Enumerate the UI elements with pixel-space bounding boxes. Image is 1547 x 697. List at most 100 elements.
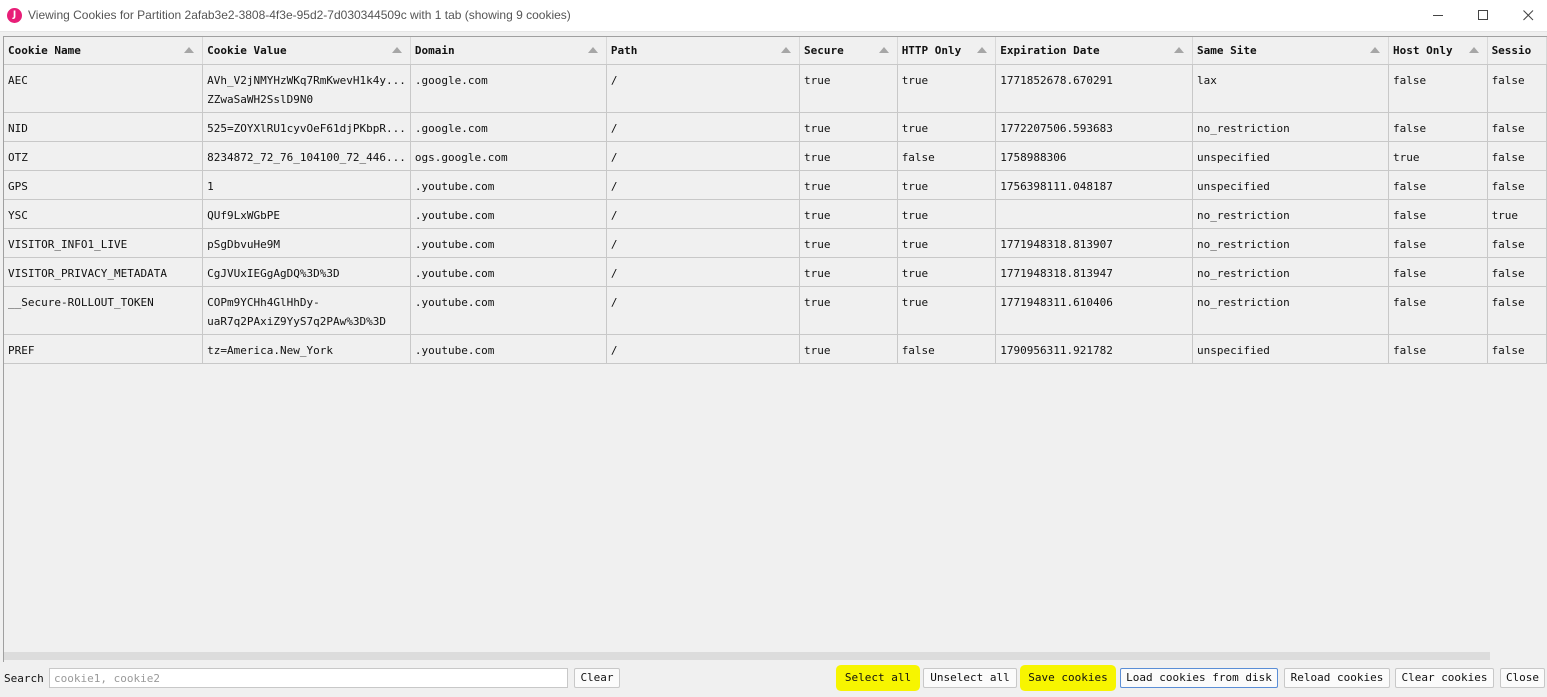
table-row[interactable]: PREF tz=America.New_York .youtube.com / … xyxy=(4,334,1547,364)
column-header-secure[interactable]: Secure xyxy=(799,37,898,65)
cell-path: / xyxy=(606,112,800,142)
table-row[interactable]: VISITOR_INFO1_LIVE pSgDbvuHe9M .youtube.… xyxy=(4,228,1547,258)
cell-session: true xyxy=(1487,199,1547,229)
cell-session: false xyxy=(1487,112,1547,142)
cell-cookie-value: pSgDbvuHe9M xyxy=(202,228,411,258)
cell-cookie-value: COPm9YCHh4GlHhDy-uaR7q2PAxiZ9YyS7q2PAw%3… xyxy=(202,286,411,335)
clear-search-button[interactable]: Clear xyxy=(574,668,620,688)
cell-host-only: false xyxy=(1388,257,1488,287)
cell-session: false xyxy=(1487,170,1547,200)
cell-expiration-date xyxy=(995,199,1194,229)
column-header-same-site[interactable]: Same Site xyxy=(1192,37,1390,65)
column-header-domain[interactable]: Domain xyxy=(410,37,607,65)
cell-same-site: no_restriction xyxy=(1192,112,1390,142)
cell-session: false xyxy=(1487,141,1547,171)
sort-arrow-icon xyxy=(977,47,988,53)
title-bar: J Viewing Cookies for Partition 2afab3e2… xyxy=(0,0,1547,32)
cell-cookie-value: CgJVUxIEGgAgDQ%3D%3D xyxy=(202,257,411,287)
column-header-label: Secure xyxy=(803,44,844,57)
cell-cookie-name: YSC xyxy=(4,199,204,229)
minimize-button[interactable] xyxy=(1415,0,1461,31)
cell-path: / xyxy=(606,199,800,229)
column-header-session[interactable]: Sessio xyxy=(1487,37,1547,65)
column-header-expiration-date[interactable]: Expiration Date xyxy=(995,37,1194,65)
cell-http-only: false xyxy=(897,141,997,171)
save-cookies-button[interactable]: Save cookies xyxy=(1023,668,1113,688)
cell-host-only: false xyxy=(1388,112,1488,142)
cell-host-only: false xyxy=(1388,228,1488,258)
cell-expiration-date: 1771948318.813947 xyxy=(995,257,1194,287)
cookie-viewer-window: J Viewing Cookies for Partition 2afab3e2… xyxy=(0,0,1547,697)
cell-session: false xyxy=(1487,257,1547,287)
table-header-row: Cookie Name Cookie Value Domain Path Sec… xyxy=(4,37,1547,65)
minimize-icon xyxy=(1432,15,1443,16)
cell-cookie-value: QUf9LxWGbPE xyxy=(202,199,411,229)
app-logo-icon: J xyxy=(7,8,22,23)
column-header-host-only[interactable]: Host Only xyxy=(1388,37,1488,65)
column-header-label: Sessio xyxy=(1491,44,1532,57)
cell-cookie-name: PREF xyxy=(4,334,204,364)
cell-same-site: no_restriction xyxy=(1192,199,1390,229)
cell-cookie-name: OTZ xyxy=(4,141,204,171)
cell-secure: true xyxy=(799,334,898,364)
table-row[interactable]: VISITOR_PRIVACY_METADATA CgJVUxIEGgAgDQ%… xyxy=(4,257,1547,287)
cell-secure: true xyxy=(799,286,898,335)
cell-cookie-value: 525=ZOYXlRU1cyvOeF61djPKbpR... xyxy=(202,112,411,142)
cell-cookie-name: GPS xyxy=(4,170,204,200)
cookie-table-container[interactable]: Cookie Name Cookie Value Domain Path Sec… xyxy=(3,36,1547,662)
column-header-cookie-name[interactable]: Cookie Name xyxy=(4,37,204,65)
cell-http-only: true xyxy=(897,228,997,258)
cell-same-site: no_restriction xyxy=(1192,228,1390,258)
cell-domain: .google.com xyxy=(410,112,607,142)
cell-cookie-value: 8234872_72_76_104100_72_446... xyxy=(202,141,411,171)
table-row[interactable]: __Secure-ROLLOUT_TOKEN COPm9YCHh4GlHhDy-… xyxy=(4,286,1547,335)
table-row[interactable]: OTZ 8234872_72_76_104100_72_446... ogs.g… xyxy=(4,141,1547,171)
clear-cookies-button[interactable]: Clear cookies xyxy=(1395,668,1494,688)
sort-arrow-icon xyxy=(780,47,791,53)
cell-expiration-date: 1771948318.813907 xyxy=(995,228,1194,258)
reload-cookies-button[interactable]: Reload cookies xyxy=(1284,668,1390,688)
column-header-label: Path xyxy=(610,44,638,57)
cell-secure: true xyxy=(799,141,898,171)
sort-arrow-icon xyxy=(587,47,598,53)
cell-secure: true xyxy=(799,257,898,287)
column-header-cookie-value[interactable]: Cookie Value xyxy=(202,37,411,65)
column-header-label: Cookie Name xyxy=(8,44,81,57)
maximize-button[interactable] xyxy=(1460,0,1506,31)
cell-session: false xyxy=(1487,286,1547,335)
cell-domain: .youtube.com xyxy=(410,286,607,335)
load-cookies-from-disk-button[interactable]: Load cookies from disk xyxy=(1120,668,1278,688)
close-icon xyxy=(1522,10,1533,21)
cell-domain: .youtube.com xyxy=(410,170,607,200)
sort-arrow-icon xyxy=(184,47,195,53)
cell-expiration-date: 1771852678.670291 xyxy=(995,64,1194,113)
search-input[interactable] xyxy=(49,668,568,688)
horizontal-scrollbar[interactable] xyxy=(4,652,1490,660)
table-row[interactable]: NID 525=ZOYXlRU1cyvOeF61djPKbpR... .goog… xyxy=(4,112,1547,142)
cell-path: / xyxy=(606,228,800,258)
cell-secure: true xyxy=(799,64,898,113)
table-row[interactable]: GPS 1 .youtube.com / true true 175639811… xyxy=(4,170,1547,200)
column-header-path[interactable]: Path xyxy=(606,37,800,65)
sort-arrow-icon xyxy=(391,47,402,53)
cell-domain: .youtube.com xyxy=(410,257,607,287)
cell-expiration-date: 1790956311.921782 xyxy=(995,334,1194,364)
cell-path: / xyxy=(606,141,800,171)
close-button[interactable]: Close xyxy=(1500,668,1545,688)
column-header-http-only[interactable]: HTTP Only xyxy=(897,37,997,65)
maximize-icon xyxy=(1477,10,1488,20)
cell-http-only: true xyxy=(897,64,997,113)
cell-cookie-name: VISITOR_PRIVACY_METADATA xyxy=(4,257,204,287)
cell-cookie-value: AVh_V2jNMYHzWKq7RmKwevH1k4y... ZZwaSaWH2S… xyxy=(202,64,411,113)
cell-path: / xyxy=(606,257,800,287)
table-row[interactable]: AEC AVh_V2jNMYHzWKq7RmKwevH1k4y... ZZwaSa… xyxy=(4,64,1547,113)
select-all-button[interactable]: Select all xyxy=(839,668,917,688)
cell-http-only: true xyxy=(897,257,997,287)
unselect-all-button[interactable]: Unselect all xyxy=(923,668,1017,688)
cell-cookie-value: 1 xyxy=(202,170,411,200)
search-label: Search xyxy=(4,672,44,685)
table-row[interactable]: YSC QUf9LxWGbPE .youtube.com / true true… xyxy=(4,199,1547,229)
cell-host-only: true xyxy=(1388,141,1488,171)
cell-session: false xyxy=(1487,228,1547,258)
close-window-button[interactable] xyxy=(1505,0,1547,31)
